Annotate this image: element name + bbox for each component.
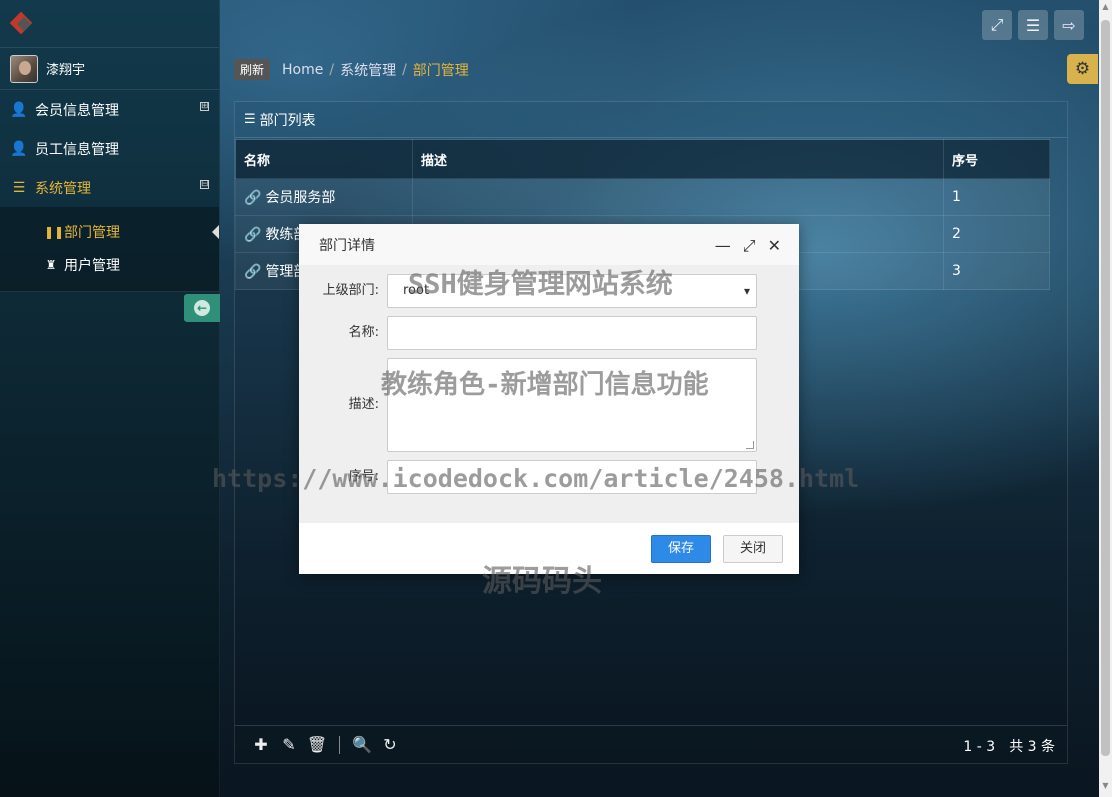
breadcrumb: 刷新 Home / 系统管理 / 部门管理 <box>234 59 469 80</box>
breadcrumb-current: 部门管理 <box>413 60 469 80</box>
arrow-left-icon: ← <box>194 300 210 316</box>
page-scrollbar[interactable]: ▲ ▼ <box>1099 0 1112 797</box>
link-icon: 🔗 <box>244 190 261 206</box>
chess-rook-icon: ♜ <box>44 258 58 272</box>
fullscreen-icon: ⤢ <box>991 15 1004 35</box>
parent-label: 上级部门: <box>299 274 387 308</box>
cell-name[interactable]: 🔗会员服务部 <box>236 179 413 216</box>
sidebar: 漆翔宇 👤 会员信息管理 ⊞ 👤 员工信息管理 ☰ 系统管理 ⊟ ❚❚ 部门管理… <box>0 0 220 797</box>
hamburger-icon: ☰ <box>1026 16 1040 35</box>
name-input[interactable] <box>387 316 757 350</box>
breadcrumb-separator: / <box>329 62 334 78</box>
watermark-title: SSH健身管理网站系统 <box>408 262 673 301</box>
column-header-desc[interactable]: 描述 <box>413 140 944 179</box>
sidebar-item-member-info[interactable]: 👤 会员信息管理 ⊞ <box>0 90 219 129</box>
link-icon: 🔗 <box>244 227 261 243</box>
avatar <box>10 55 38 83</box>
chevron-down-icon: ▾ <box>744 275 750 307</box>
user-icon: 👤 <box>10 102 28 118</box>
watermark-url: https://www.icodedock.com/article/2458.h… <box>212 464 859 493</box>
pager-info: 1 - 3 共 3 条 <box>963 736 1055 756</box>
settings-button[interactable]: ⚙ <box>1067 54 1098 84</box>
logout-button[interactable]: ⇨ <box>1054 10 1084 40</box>
breadcrumb-home[interactable]: Home <box>282 62 323 78</box>
breadcrumb-separator: / <box>402 62 407 78</box>
form-row-name: 名称: <box>299 316 799 350</box>
dialog-controls: — ⤢ ✕ <box>715 236 781 256</box>
table-row[interactable]: 🔗会员服务部 1 <box>236 179 1050 216</box>
delete-button[interactable]: 🗑 <box>303 735 331 754</box>
column-header-name[interactable]: 名称 <box>236 140 413 179</box>
breadcrumb-system[interactable]: 系统管理 <box>340 60 396 80</box>
table-header-row: 名称 描述 序号 <box>236 140 1050 179</box>
toolbar-divider <box>339 736 340 754</box>
columns-icon: ❚❚ <box>44 225 58 239</box>
list-icon: ☰ <box>10 180 28 196</box>
sidebar-item-label: 会员信息管理 <box>35 100 119 120</box>
dialog-title: 部门详情 <box>319 235 375 255</box>
edit-icon: ✎ <box>282 735 295 754</box>
logo-text <box>44 16 48 31</box>
search-icon: 🔍 <box>352 735 372 754</box>
cell-order: 2 <box>944 216 1050 253</box>
sidebar-item-system[interactable]: ☰ 系统管理 ⊟ <box>0 168 219 207</box>
sidebar-item-department[interactable]: ❚❚ 部门管理 <box>0 215 219 248</box>
scroll-up-icon[interactable]: ▲ <box>1099 2 1112 16</box>
cell-name-text: 会员服务部 <box>265 190 335 206</box>
maximize-icon[interactable]: ⤢ <box>743 236 756 256</box>
collapse-icon[interactable]: ⊟ <box>200 180 209 189</box>
user-name: 漆翔宇 <box>46 59 85 78</box>
fullscreen-button[interactable]: ⤢ <box>982 10 1012 40</box>
panel-header: ☰ 部门列表 <box>235 102 1067 138</box>
dialog-header[interactable]: 部门详情 — ⤢ ✕ <box>299 224 799 266</box>
minimize-icon[interactable]: — <box>715 236 731 256</box>
panel-toolbar: ✚ ✎ 🗑 🔍 ↻ 1 - 3 共 3 条 <box>235 725 1067 763</box>
list-icon: ☰ <box>244 112 256 127</box>
trash-icon: 🗑 <box>307 735 327 754</box>
sign-out-icon: ⇨ <box>1062 16 1075 35</box>
sidebar-collapse-button[interactable]: ← <box>184 294 220 322</box>
close-icon[interactable]: ✕ <box>768 236 781 256</box>
app-logo[interactable] <box>0 0 219 48</box>
cell-desc <box>413 179 944 216</box>
logo-icon <box>10 13 38 35</box>
sidebar-item-label: 用户管理 <box>64 255 120 275</box>
edit-button[interactable]: ✎ <box>275 735 303 754</box>
watermark-brand: 源码码头 <box>482 556 602 600</box>
save-button[interactable]: 保存 <box>651 535 711 563</box>
name-label: 名称: <box>299 316 387 350</box>
reload-button[interactable]: ↻ <box>376 735 404 754</box>
sidebar-item-label: 系统管理 <box>35 178 91 198</box>
cell-order: 1 <box>944 179 1050 216</box>
sidebar-item-label: 部门管理 <box>64 222 120 242</box>
resize-handle[interactable] <box>746 441 754 449</box>
sidebar-item-label: 员工信息管理 <box>35 139 119 159</box>
add-button[interactable]: ✚ <box>247 735 275 754</box>
user-panel[interactable]: 漆翔宇 <box>0 48 219 90</box>
scroll-thumb[interactable] <box>1101 20 1110 756</box>
scroll-down-icon[interactable]: ▼ <box>1099 781 1112 795</box>
system-submenu: ❚❚ 部门管理 ♜ 用户管理 <box>0 207 219 292</box>
watermark-subtitle: 教练角色-新增部门信息功能 <box>381 364 709 401</box>
sidebar-item-user[interactable]: ♜ 用户管理 <box>0 248 219 281</box>
gear-icon: ⚙ <box>1075 59 1090 79</box>
user-icon: 👤 <box>10 141 28 157</box>
refresh-button[interactable]: 刷新 <box>234 59 270 80</box>
cell-order: 3 <box>944 253 1050 290</box>
close-button[interactable]: 关闭 <box>723 535 783 563</box>
plus-icon: ✚ <box>254 735 267 754</box>
sidebar-item-employee-info[interactable]: 👤 员工信息管理 <box>0 129 219 168</box>
menu-button[interactable]: ☰ <box>1018 10 1048 40</box>
column-header-order[interactable]: 序号 <box>944 140 1050 179</box>
search-button[interactable]: 🔍 <box>348 735 376 754</box>
desc-label: 描述: <box>299 358 387 452</box>
refresh-icon: ↻ <box>383 735 396 754</box>
expand-icon[interactable]: ⊞ <box>200 102 209 111</box>
link-icon: 🔗 <box>244 264 261 280</box>
panel-title: 部门列表 <box>260 110 316 130</box>
